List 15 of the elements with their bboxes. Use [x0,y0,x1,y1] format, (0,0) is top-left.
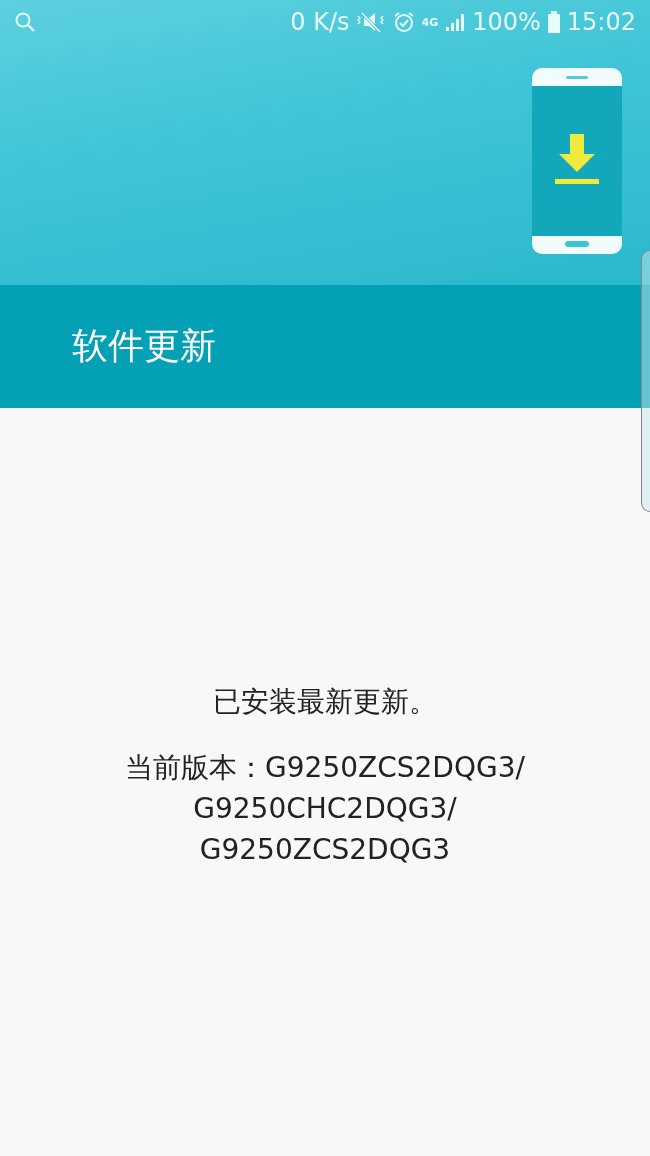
battery-percent: 100% [472,8,541,36]
edge-panel-handle[interactable] [641,250,650,512]
search-icon[interactable] [14,11,36,33]
version-text: 当前版本：G9250ZCS2DQG3/ [125,750,525,786]
signal-icon [444,11,467,33]
clock-time: 15:02 [566,8,636,36]
version-text: G9250ZCS2DQG3 [199,832,451,868]
update-status-text: 已安装最新更新。 [213,684,437,720]
battery-icon [546,10,561,34]
mute-icon [355,10,386,34]
version-text: G9250CHC2DQG3/ [193,791,457,827]
page-title: 软件更新 [72,324,216,368]
network-speed: 0 K/s [290,8,350,36]
network-type: 4G [421,15,439,29]
phone-download-icon [532,68,622,254]
